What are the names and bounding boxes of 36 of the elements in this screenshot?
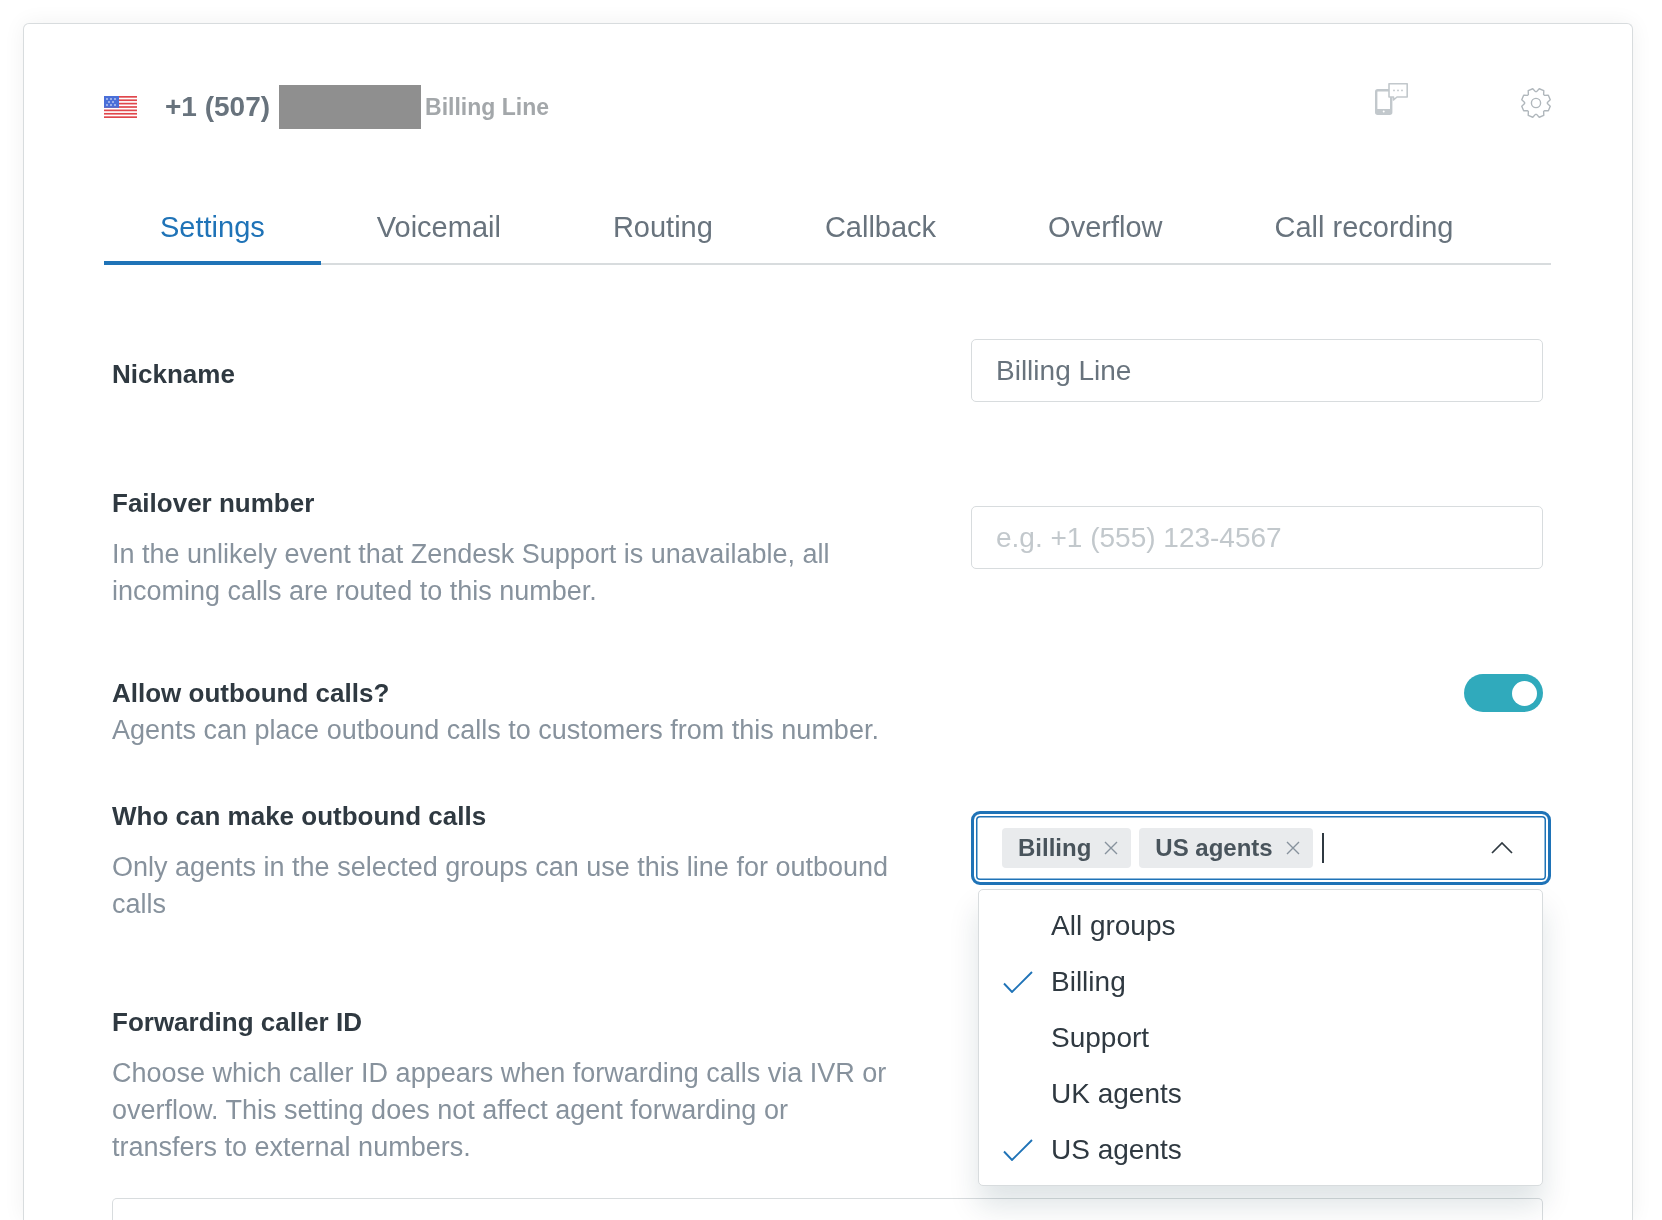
close-icon[interactable] <box>1104 841 1119 855</box>
input-field[interactable]: e.g. +1 (555) 123-4567 <box>971 506 1543 569</box>
dropdown-option[interactable]: UK agents <box>979 1066 1542 1122</box>
toggle-switch[interactable] <box>1464 674 1543 712</box>
dropdown-option[interactable]: Support <box>979 1010 1542 1066</box>
field-label: Failover number <box>112 487 316 520</box>
field-label: Who can make outbound calls <box>112 800 488 833</box>
field-description: Agents can place outbound calls to customers from this number. <box>112 714 880 747</box>
dropdown-option[interactable]: All groups <box>979 898 1542 954</box>
settings-icon[interactable] <box>1520 86 1552 120</box>
dropdown-option[interactable]: US agents <box>979 1122 1542 1178</box>
field-description: Choose which caller ID appears when forwarding calls via IVR or overflow. This setting does not affect agent forwarding or transfers to external numbers. <box>112 1057 888 1164</box>
phone-number: +1 (507) <box>165 91 271 123</box>
tag-label: US agents <box>1155 834 1273 862</box>
field-label: Nickname <box>112 357 236 391</box>
tab[interactable]: Settings <box>104 207 321 265</box>
field-description: In the unlikely event that Zendesk Support is unavailable, all incoming calls are routed to this number. <box>112 538 831 608</box>
close-icon[interactable] <box>1285 841 1300 855</box>
chevron-up-icon[interactable] <box>1491 842 1513 854</box>
tag-label: Billing <box>1018 834 1092 862</box>
field-description: Only agents in the selected groups can use this line for outbound calls <box>112 851 889 921</box>
tab[interactable]: Routing <box>556 207 769 265</box>
flag-icon <box>104 96 137 118</box>
line-nickname: Billing Line <box>425 93 550 121</box>
tab[interactable]: Call recording <box>1218 207 1510 265</box>
tab[interactable]: Voicemail <box>320 207 557 265</box>
field-label: Allow outbound calls? <box>112 677 391 710</box>
phone-chat-icon[interactable] <box>1375 83 1408 115</box>
dropdown-option[interactable]: Billing <box>979 954 1542 1010</box>
field-label: Forwarding caller ID <box>112 1006 363 1039</box>
input-field[interactable] <box>112 1198 1543 1220</box>
multiselect-field[interactable]: Billing US agents <box>971 811 1551 885</box>
text-cursor-icon <box>1321 833 1324 863</box>
tab[interactable]: Callback <box>768 207 993 265</box>
tab[interactable]: Overflow <box>992 207 1219 265</box>
input-field[interactable]: Billing Line <box>971 339 1543 402</box>
